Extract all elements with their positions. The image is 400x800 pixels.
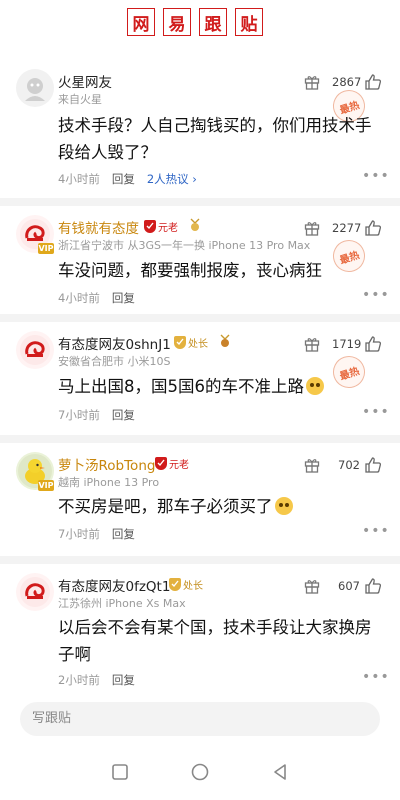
thumbs-up-icon[interactable] (364, 456, 382, 474)
title-char: 易 (163, 8, 191, 36)
thumbs-up-icon[interactable] (364, 219, 382, 237)
rank-label: 元老 (158, 222, 178, 234)
system-nav-bar (0, 750, 400, 800)
username[interactable]: 火星网友 (58, 71, 112, 91)
comment-text: 技术手段？人自己掏钱买的，你们用技术手段给人毁了？ (58, 116, 372, 162)
home-icon[interactable] (190, 762, 210, 782)
comment-item: 火星网友 来自火星 2867 最热 技术手段？人自己掏钱买的，你们用技术手段给人… (0, 60, 400, 200)
like-count: 1719 (332, 337, 362, 351)
timestamp: 7小时前 (58, 408, 100, 422)
like-count: 607 (338, 579, 360, 593)
title-char: 跟 (199, 8, 227, 36)
timestamp: 4小时前 (58, 291, 100, 305)
rank-badge: 元老 (155, 456, 189, 471)
reply-button[interactable]: 回复 (112, 407, 135, 423)
like-count: 2277 (332, 221, 362, 235)
laughing-face-icon (274, 497, 293, 515)
user-location: 安徽省合肥市 小米10S (58, 355, 171, 368)
comment-meta: 4小时前 回复 2人热议 › (58, 171, 197, 187)
vip-badge: VIP (38, 243, 54, 254)
hot-discussion-link[interactable]: 2人热议 › (147, 171, 197, 187)
laughing-face-icon (306, 377, 324, 395)
comment-text-body: 马上出国8，国5国6的车不准上路 (58, 377, 304, 396)
rank-label: 处长 (188, 338, 208, 350)
more-options-icon[interactable]: ••• (362, 168, 390, 184)
recent-apps-icon[interactable] (110, 762, 130, 782)
avatar[interactable] (16, 573, 54, 611)
gift-icon[interactable] (304, 336, 320, 352)
username[interactable]: 有态度网友0shnJ1 (58, 333, 171, 353)
more-options-icon[interactable]: ••• (362, 404, 390, 420)
comment-text: 马上出国8，国5国6的车不准上路 (58, 373, 378, 400)
divider (0, 198, 400, 206)
user-location: 浙江省宁波市 从3GS一年一换 iPhone 13 Pro Max (58, 239, 311, 252)
medal-icon (220, 334, 230, 347)
reply-button[interactable]: 回复 (112, 526, 135, 542)
username[interactable]: 萝卜汤RobTong (58, 454, 155, 474)
divider (0, 435, 400, 443)
like-count: 702 (338, 458, 360, 472)
more-options-icon[interactable]: ••• (362, 523, 390, 539)
comment-meta: 7小时前 回复 (58, 407, 135, 423)
more-options-icon[interactable]: ••• (362, 287, 390, 303)
page-header: 网 易 跟 贴 (0, 0, 400, 48)
comment-text-body: 不买房是吧，那车子必须买了 (58, 497, 273, 516)
medal-icon (190, 218, 200, 231)
user-location: 江苏徐州 iPhone Xs Max (58, 597, 186, 610)
vip-badge: VIP (38, 480, 54, 491)
more-options-icon[interactable]: ••• (362, 669, 390, 685)
reply-button[interactable]: 回复 (112, 171, 135, 187)
gift-icon[interactable] (304, 578, 320, 594)
divider (0, 314, 400, 322)
shield-icon (155, 456, 167, 470)
gift-icon[interactable] (304, 457, 320, 473)
username[interactable]: 有钱就有态度 (58, 217, 139, 237)
divider (0, 556, 400, 564)
shield-icon (144, 219, 156, 233)
rank-badge: 元老 (144, 219, 178, 234)
comment-item: VIP 萝卜汤RobTong 元老 越南 iPhone 13 Pro 702 不… (0, 443, 400, 558)
avatar[interactable] (16, 331, 54, 369)
comment-meta: 7小时前 回复 (58, 526, 135, 542)
comment-text: 车没问题，都要强制报废，丧心病狂 (58, 261, 322, 280)
comment-text: 以后会不会有某个国，技术手段让大家换房子啊 (58, 618, 372, 664)
rank-badge: 处长 (169, 577, 203, 592)
shield-icon (169, 577, 181, 591)
comment-item: 有态度网友0shnJ1 处长 安徽省合肥市 小米10S 1719 最热 马上出国… (0, 322, 400, 437)
page-title: 网 易 跟 贴 (127, 8, 263, 36)
comment-meta: 2小时前 回复 (58, 672, 135, 688)
gift-icon[interactable] (304, 74, 320, 90)
like-count: 2867 (332, 75, 362, 89)
comment-text: 不买房是吧，那车子必须买了 (58, 493, 378, 520)
user-location: 越南 iPhone 13 Pro (58, 476, 160, 489)
user-location: 来自火星 (58, 93, 102, 106)
timestamp: 2小时前 (58, 673, 100, 687)
comment-meta: 4小时前 回复 (58, 290, 135, 306)
timestamp: 7小时前 (58, 527, 100, 541)
comment-item: 有态度网友0fzQt1 处长 江苏徐州 iPhone Xs Max 607 以后… (0, 564, 400, 694)
reply-button[interactable]: 回复 (112, 672, 135, 688)
reply-button[interactable]: 回复 (112, 290, 135, 306)
thumbs-up-icon[interactable] (364, 577, 382, 595)
rank-badge: 处长 (174, 335, 208, 350)
timestamp: 4小时前 (58, 172, 100, 186)
compose-comment-input[interactable]: 写跟贴 (20, 702, 380, 736)
avatar[interactable] (16, 69, 54, 107)
title-char: 网 (127, 8, 155, 36)
thumbs-up-icon[interactable] (364, 335, 382, 353)
rank-label: 处长 (183, 580, 203, 592)
comment-item: VIP 有钱就有态度 元老 浙江省宁波市 从3GS一年一换 iPhone 13 … (0, 206, 400, 316)
gift-icon[interactable] (304, 220, 320, 236)
username[interactable]: 有态度网友0fzQt1 (58, 575, 170, 595)
thumbs-up-icon[interactable] (364, 73, 382, 91)
rank-label: 元老 (169, 459, 189, 471)
back-icon[interactable] (270, 762, 290, 782)
shield-icon (174, 335, 186, 349)
title-char: 贴 (235, 8, 263, 36)
